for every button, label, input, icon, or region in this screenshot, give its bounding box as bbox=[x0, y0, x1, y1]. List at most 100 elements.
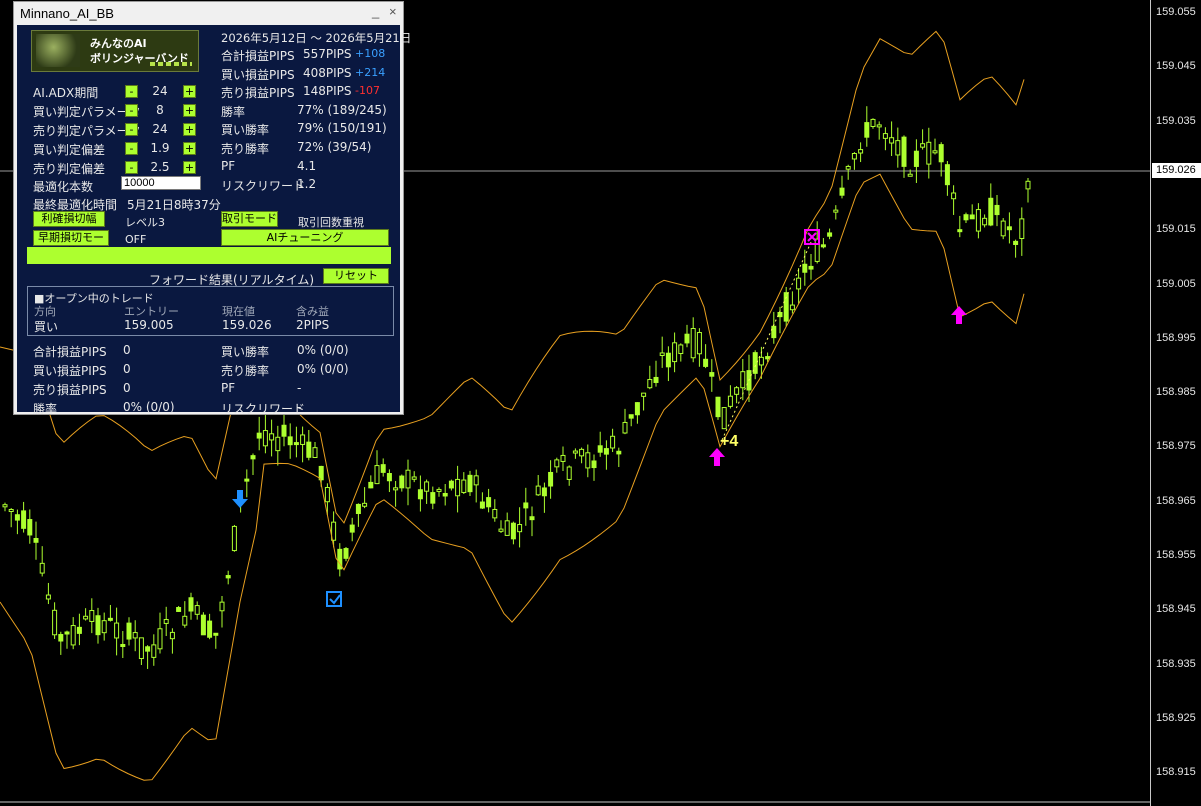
candle-body bbox=[120, 643, 126, 647]
candle-body bbox=[932, 150, 938, 154]
candle-body bbox=[703, 358, 709, 367]
candle-body bbox=[380, 464, 386, 473]
reset-button[interactable]: リセット bbox=[323, 268, 389, 284]
candle-body bbox=[597, 445, 603, 453]
checkmark-icon bbox=[329, 594, 341, 605]
decrement-button[interactable]: - bbox=[125, 85, 138, 98]
candle-body bbox=[510, 522, 516, 540]
logo-character-icon bbox=[36, 34, 80, 67]
ea-panel[interactable]: Minnano_AI_BB _ × みんなのAI ボリンジャーバンド 2026年… bbox=[13, 1, 411, 416]
col-header-entry: エントリー bbox=[124, 305, 179, 318]
trade-mode-value: 取引回数重視 bbox=[298, 216, 364, 229]
forward-stat-value: - bbox=[297, 381, 302, 395]
price-tick: 159.045 bbox=[1156, 60, 1196, 73]
candle-body bbox=[957, 229, 963, 233]
candle-body bbox=[765, 356, 771, 360]
candle-body bbox=[907, 173, 913, 177]
candle-body bbox=[138, 637, 144, 660]
cross-mark-icon bbox=[807, 232, 817, 242]
price-tick: 159.005 bbox=[1156, 277, 1196, 290]
candle-body bbox=[870, 118, 876, 127]
candle-body bbox=[225, 575, 231, 579]
decrement-button[interactable]: - bbox=[125, 123, 138, 136]
candle-body bbox=[448, 480, 454, 489]
summary-value: 557PIPS bbox=[303, 47, 352, 61]
candle-body bbox=[951, 192, 957, 200]
logo-text-line1: みんなのAI bbox=[90, 37, 147, 50]
candle-body bbox=[219, 601, 225, 612]
candle-body bbox=[436, 488, 442, 492]
trade-entry: 159.005 bbox=[124, 318, 174, 332]
close-icon[interactable]: × bbox=[389, 4, 397, 19]
price-tick: 158.935 bbox=[1156, 657, 1196, 670]
candle-body bbox=[734, 387, 740, 395]
candle-body bbox=[132, 632, 138, 639]
candle-body bbox=[76, 626, 82, 634]
col-header-direction: 方向 bbox=[34, 305, 56, 318]
candle-body bbox=[647, 379, 653, 389]
trade-profit-annotation: +4 bbox=[720, 433, 739, 450]
progress-bar bbox=[27, 247, 391, 264]
candle-body bbox=[293, 442, 299, 446]
candle-body bbox=[64, 631, 70, 635]
decrement-button[interactable]: - bbox=[125, 104, 138, 117]
forward-stat-label: 買い勝率 bbox=[221, 345, 270, 359]
candle-body bbox=[554, 459, 560, 468]
candle-body bbox=[523, 502, 529, 509]
panel-titlebar[interactable]: Minnano_AI_BB _ × bbox=[14, 2, 403, 24]
candle-body bbox=[101, 620, 107, 634]
increment-button[interactable]: + bbox=[183, 85, 196, 98]
increment-button[interactable]: + bbox=[183, 142, 196, 155]
trade-mode-button[interactable]: 取引モード bbox=[221, 211, 278, 227]
ai-tuning-button[interactable]: AIチューニング bbox=[221, 229, 389, 246]
candle-body bbox=[758, 356, 764, 366]
increment-button[interactable]: + bbox=[183, 104, 196, 117]
candle-body bbox=[45, 594, 51, 600]
candle-body bbox=[312, 447, 318, 458]
candle-body bbox=[833, 209, 839, 213]
early-stop-button[interactable]: 早期損切モード bbox=[33, 230, 109, 258]
decrement-button[interactable]: - bbox=[125, 142, 138, 155]
forward-stat-label: 買い損益PIPS bbox=[33, 364, 107, 378]
candle-body bbox=[566, 466, 572, 480]
candle-body bbox=[411, 476, 417, 480]
candle-body bbox=[641, 392, 647, 397]
candle-body bbox=[442, 492, 448, 497]
forward-stat-label: リスクリワード bbox=[221, 402, 306, 416]
profit-lock-button[interactable]: 利確損切幅 bbox=[33, 211, 105, 227]
summary-label: 買い勝率 bbox=[221, 123, 270, 138]
optimize-count-input[interactable] bbox=[121, 176, 201, 190]
summary-label: 合計損益PIPS bbox=[221, 49, 295, 63]
price-tick: 158.975 bbox=[1156, 440, 1196, 453]
forward-stat-value: 0 bbox=[123, 362, 131, 376]
candle-body bbox=[349, 524, 355, 533]
candle-body bbox=[1000, 220, 1006, 237]
candle-body bbox=[901, 136, 907, 167]
increment-button[interactable]: + bbox=[183, 123, 196, 136]
candle-body bbox=[653, 376, 659, 383]
candle-body bbox=[864, 122, 870, 138]
candle-body bbox=[938, 144, 944, 163]
candle-body bbox=[591, 460, 597, 469]
candle-body bbox=[306, 441, 312, 458]
candle-body bbox=[368, 481, 374, 489]
price-tick: 159.015 bbox=[1156, 223, 1196, 236]
forward-stat-value: 0% (0/0) bbox=[297, 343, 349, 357]
increment-button[interactable]: + bbox=[183, 161, 196, 174]
candle-body bbox=[696, 332, 702, 355]
candle-body bbox=[157, 628, 163, 650]
setting-value: 24 bbox=[152, 84, 168, 98]
decrement-button[interactable]: - bbox=[125, 161, 138, 174]
candle-body bbox=[95, 615, 101, 636]
candle-body bbox=[269, 433, 275, 441]
candle-body bbox=[628, 414, 634, 419]
candle-body bbox=[845, 165, 851, 170]
price-tick: 159.055 bbox=[1156, 6, 1196, 18]
candle-body bbox=[820, 244, 826, 248]
candle-body bbox=[163, 619, 169, 624]
candle-body bbox=[572, 450, 578, 454]
minimize-icon[interactable]: _ bbox=[372, 4, 379, 19]
candle-body bbox=[858, 149, 864, 154]
forward-stat-value: - bbox=[297, 400, 302, 414]
candle-body bbox=[1006, 226, 1012, 231]
